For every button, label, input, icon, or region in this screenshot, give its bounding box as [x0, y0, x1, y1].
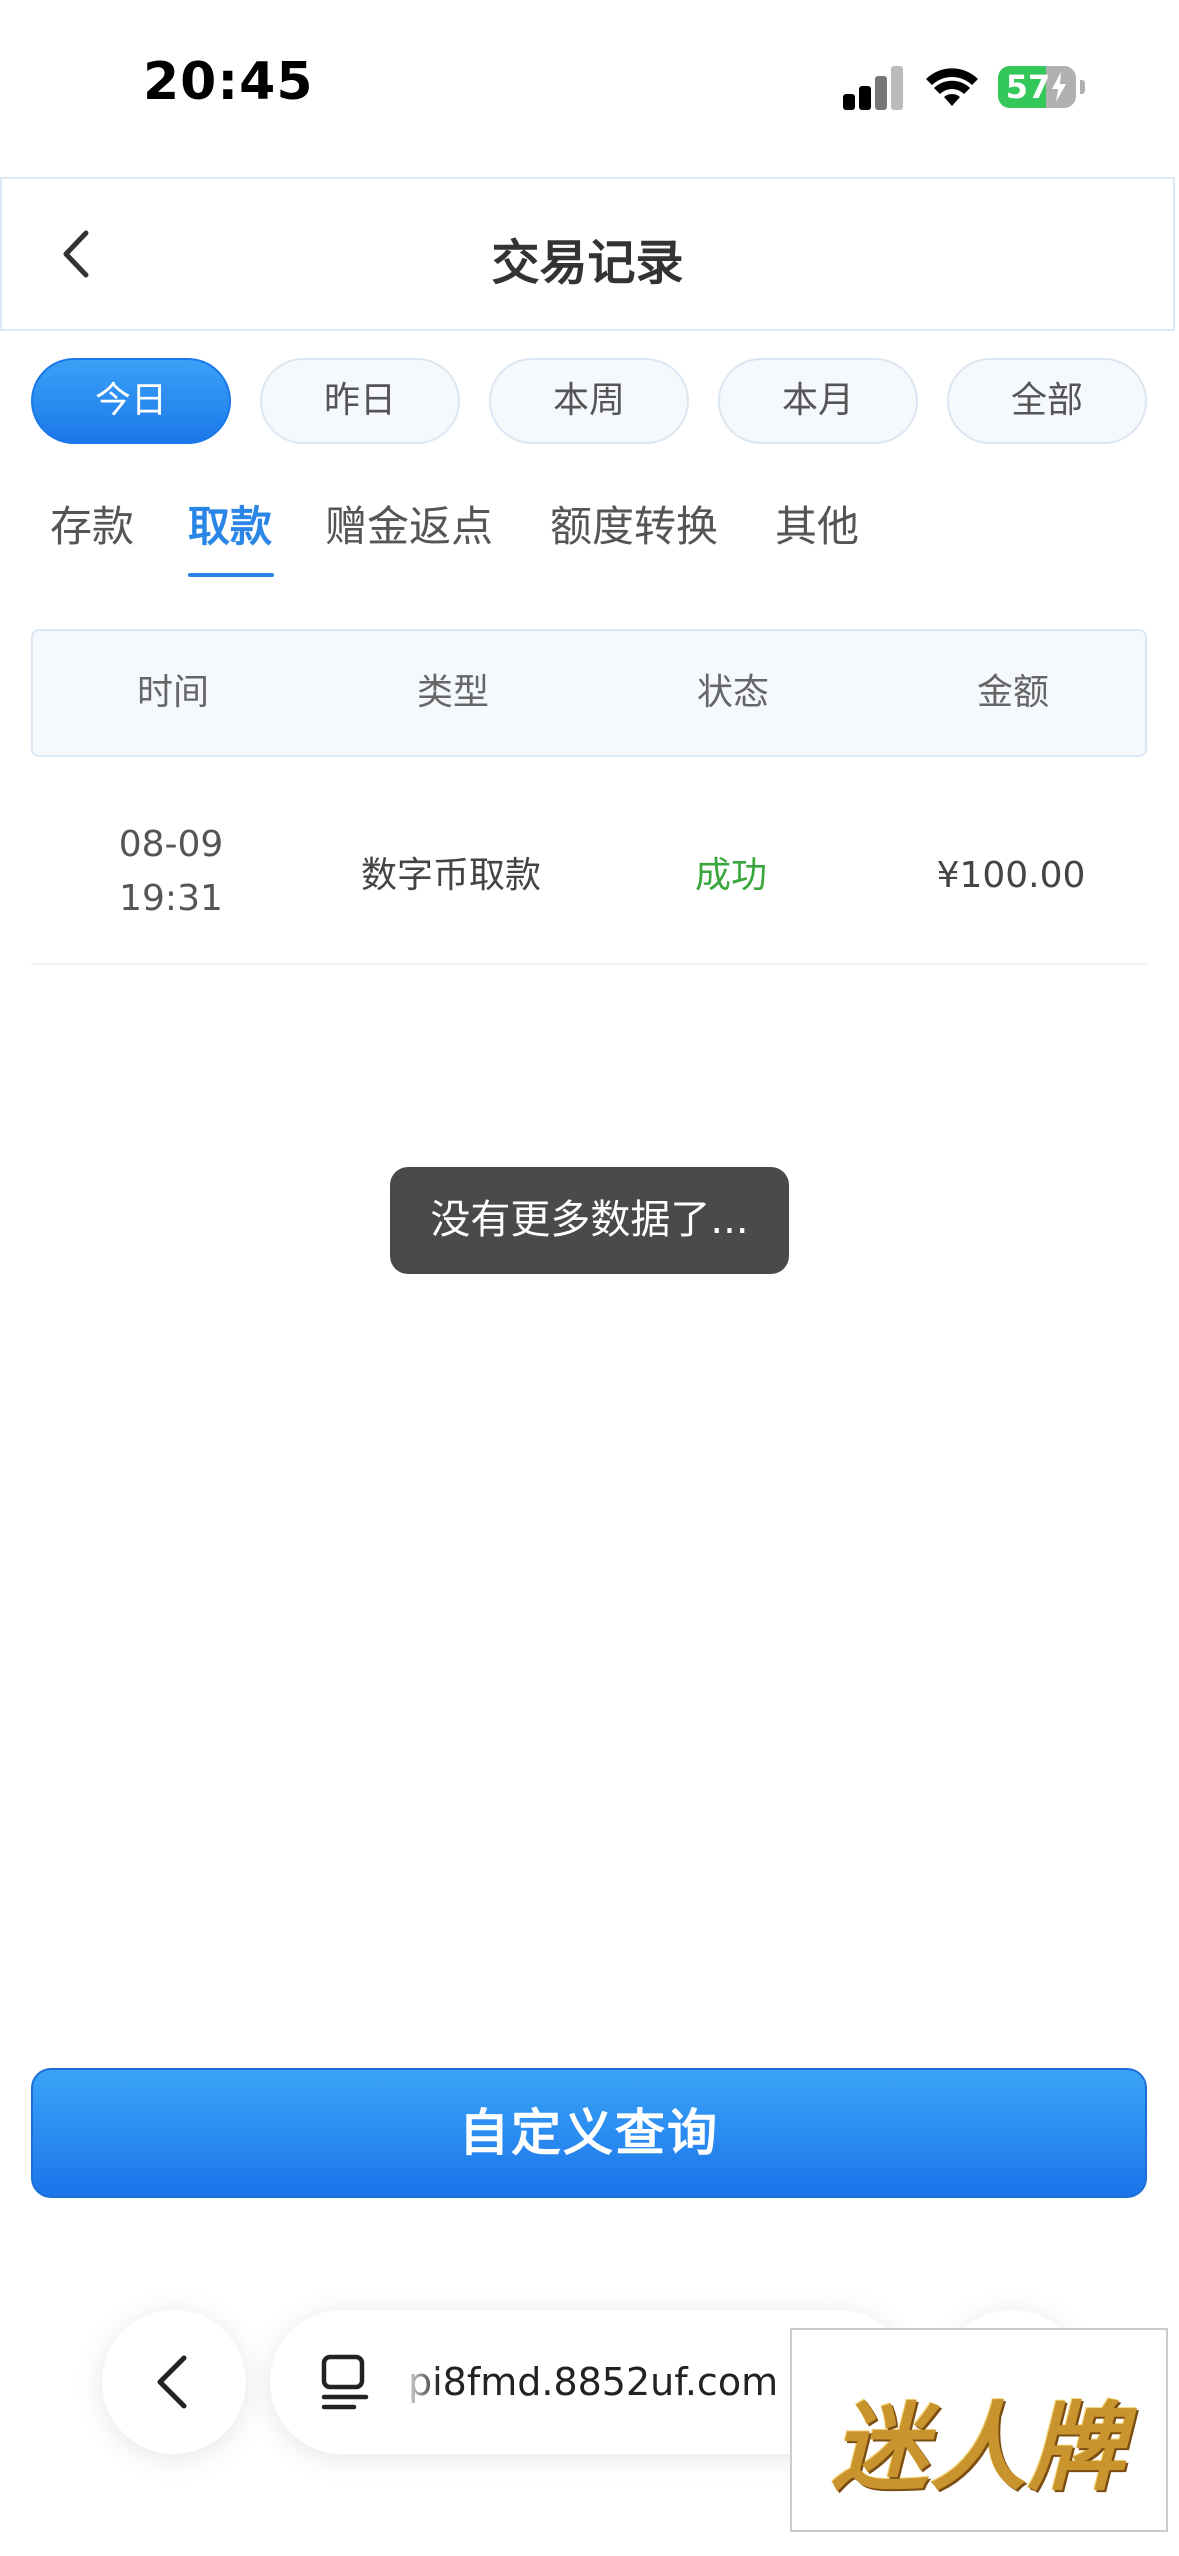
status-time: 20:45 [143, 52, 314, 112]
chevron-left-icon [157, 2355, 187, 2409]
charging-bolt-icon [1052, 72, 1066, 102]
status-bar: 20:45 57 [0, 0, 1179, 175]
tab-withdraw[interactable]: 取款 [188, 492, 272, 562]
row-datetime: 08-09 19:31 [31, 818, 311, 926]
active-tab-indicator [188, 573, 274, 577]
table-row[interactable]: 08-09 19:31 数字币取款 成功 ¥100.00 [31, 800, 1147, 965]
row-type: 数字币取款 [360, 855, 541, 896]
table-header: 时间 类型 状态 金额 [31, 629, 1147, 757]
watermark-text: 迷人牌 [832, 2392, 1126, 2504]
date-filter-all[interactable]: 全部 [947, 358, 1147, 444]
row-amount: ¥100.00 [936, 855, 1086, 896]
column-header-status: 状态 [696, 672, 769, 713]
row-date: 08-09 [118, 824, 224, 865]
column-header-time: 时间 [136, 672, 209, 713]
column-header-amount: 金额 [976, 672, 1049, 713]
tab-deposit[interactable]: 存款 [50, 492, 134, 562]
wifi-icon [926, 68, 978, 106]
watermark-logo: 迷人牌 [790, 2328, 1168, 2532]
battery-level: 57 [1005, 68, 1051, 106]
date-filter-this-week[interactable]: 本周 [489, 358, 689, 444]
battery-icon: 57 [998, 66, 1076, 108]
tab-credit-transfer[interactable]: 额度转换 [550, 492, 718, 562]
tabs-overview-icon [321, 2354, 369, 2410]
no-more-data-toast: 没有更多数据了... [390, 1167, 789, 1274]
tab-other[interactable]: 其他 [775, 492, 859, 562]
date-filter-today[interactable]: 今日 [31, 358, 231, 444]
url-text: pi8fmd.8852uf.com [408, 2360, 779, 2404]
nav-header: 交易记录 [0, 177, 1175, 331]
page-title: 交易记录 [491, 235, 684, 291]
date-filter-yesterday[interactable]: 昨日 [260, 358, 460, 444]
date-filter-this-month[interactable]: 本月 [718, 358, 918, 444]
custom-query-button[interactable]: 自定义查询 [31, 2068, 1147, 2198]
browser-back-button[interactable] [102, 2310, 246, 2454]
row-time: 19:31 [119, 878, 223, 919]
cellular-signal-icon [843, 66, 905, 110]
column-header-type: 类型 [416, 672, 489, 713]
row-status: 成功 [694, 855, 767, 896]
tab-bonus-rebate[interactable]: 赠金返点 [325, 492, 493, 562]
